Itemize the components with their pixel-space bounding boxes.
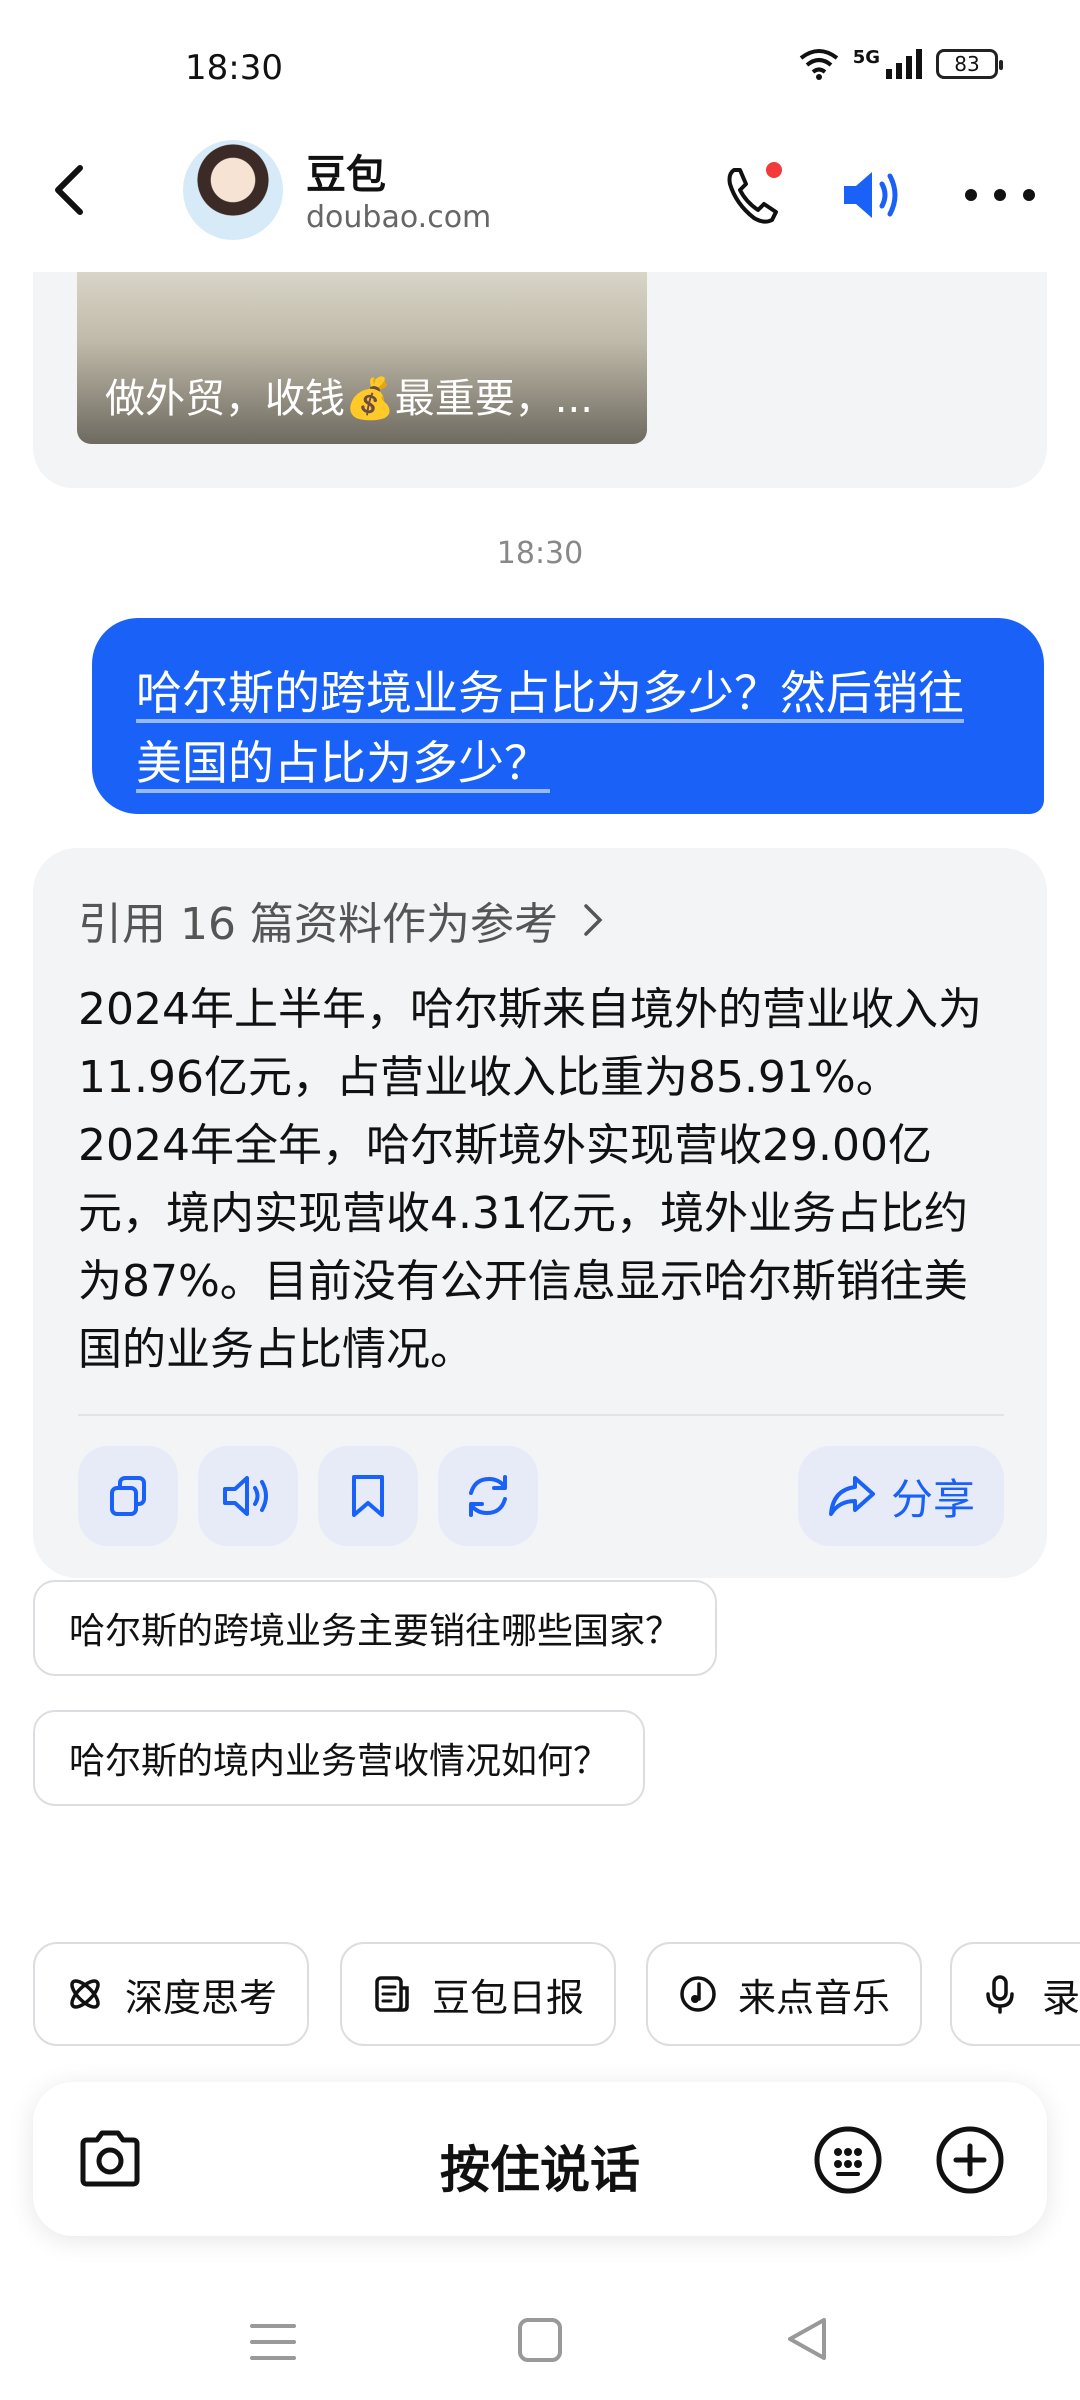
phone-call-icon[interactable]: [720, 160, 790, 230]
regenerate-button[interactable]: [438, 1446, 538, 1546]
suggestion-item[interactable]: 哈尔斯的跨境业务主要销往哪些国家？: [33, 1580, 718, 1676]
chat-subtitle: doubao.com: [306, 200, 492, 235]
answer-text: 2024年上半年，哈尔斯来自境外的营业收入为11.96亿元，占营业收入比重为85…: [78, 984, 982, 1375]
status-icons: 5G 83: [799, 46, 1003, 80]
wifi-icon: [799, 49, 838, 80]
chip-label: 录: [1042, 1975, 1080, 2020]
nav-menu-icon[interactable]: [248, 2320, 298, 2364]
microphone-icon: [986, 1975, 1014, 2014]
chip-label: 来点音乐: [738, 1975, 891, 2020]
signal-icon: [886, 49, 922, 79]
bookmark-button[interactable]: [318, 1446, 418, 1546]
status-time: 18:30: [185, 48, 283, 88]
suggestion-text: 哈尔斯的境内业务营收情况如何？: [69, 1741, 610, 1782]
nav-home-icon[interactable]: [516, 2316, 564, 2364]
emoji-icon[interactable]: [812, 2124, 884, 2196]
message-timestamp: 18:30: [496, 536, 584, 571]
battery-level: 83: [954, 52, 980, 76]
user-message-text: 哈尔斯的跨境业务占比为多少？然后销往美国的占比为多少？: [136, 666, 964, 790]
chip-label: 深度思考: [125, 1975, 278, 2020]
avatar[interactable]: [183, 140, 283, 240]
chat-title: 豆包: [306, 152, 386, 198]
references-link[interactable]: 引用 16 篇资料作为参考: [78, 888, 604, 952]
suggestion-text: 哈尔斯的跨境业务主要销往哪些国家？: [69, 1611, 682, 1652]
newspaper-icon: [375, 1976, 409, 2012]
refresh-icon: [469, 1475, 507, 1517]
speaker-icon[interactable]: [838, 160, 908, 230]
user-message-bubble[interactable]: 哈尔斯的跨境业务占比为多少？然后销往美国的占比为多少？: [92, 618, 1044, 814]
suggestion-item[interactable]: 哈尔斯的境内业务营收情况如何？: [33, 1710, 646, 1806]
chip-record[interactable]: 录: [950, 1942, 1080, 2046]
speaker-outline-icon: [223, 1476, 268, 1516]
battery-indicator: 83: [936, 49, 1003, 79]
references-label: 引用 16 篇资料作为参考: [78, 899, 558, 950]
copy-icon: [110, 1476, 146, 1516]
chevron-right-icon: [584, 904, 603, 936]
network-label: 5G: [852, 46, 880, 68]
share-icon: [828, 1476, 875, 1516]
share-button[interactable]: 分享: [798, 1446, 1004, 1546]
music-disc-icon: [680, 1976, 716, 2012]
bookmark-icon: [352, 1475, 384, 1517]
back-arrow-icon[interactable]: [40, 150, 100, 230]
more-options-icon[interactable]: [965, 160, 1035, 230]
share-label: 分享: [890, 1474, 975, 1524]
chip-music[interactable]: 来点音乐: [646, 1942, 923, 2046]
copy-button[interactable]: [78, 1446, 178, 1546]
chip-daily-report[interactable]: 豆包日报: [340, 1942, 617, 2046]
plus-icon[interactable]: [934, 2124, 1006, 2196]
previous-message-caption: 做外贸，收钱💰最重要，...: [105, 376, 593, 422]
chip-label: 豆包日报: [432, 1975, 585, 2020]
hold-to-talk-button[interactable]: 按住说话: [0, 2130, 1080, 2202]
atom-icon: [70, 1979, 100, 2009]
nav-back-icon[interactable]: [782, 2314, 832, 2364]
chip-deep-thinking[interactable]: 深度思考: [33, 1942, 310, 2046]
answer-divider: [78, 1414, 1004, 1416]
read-aloud-button[interactable]: [198, 1446, 298, 1546]
